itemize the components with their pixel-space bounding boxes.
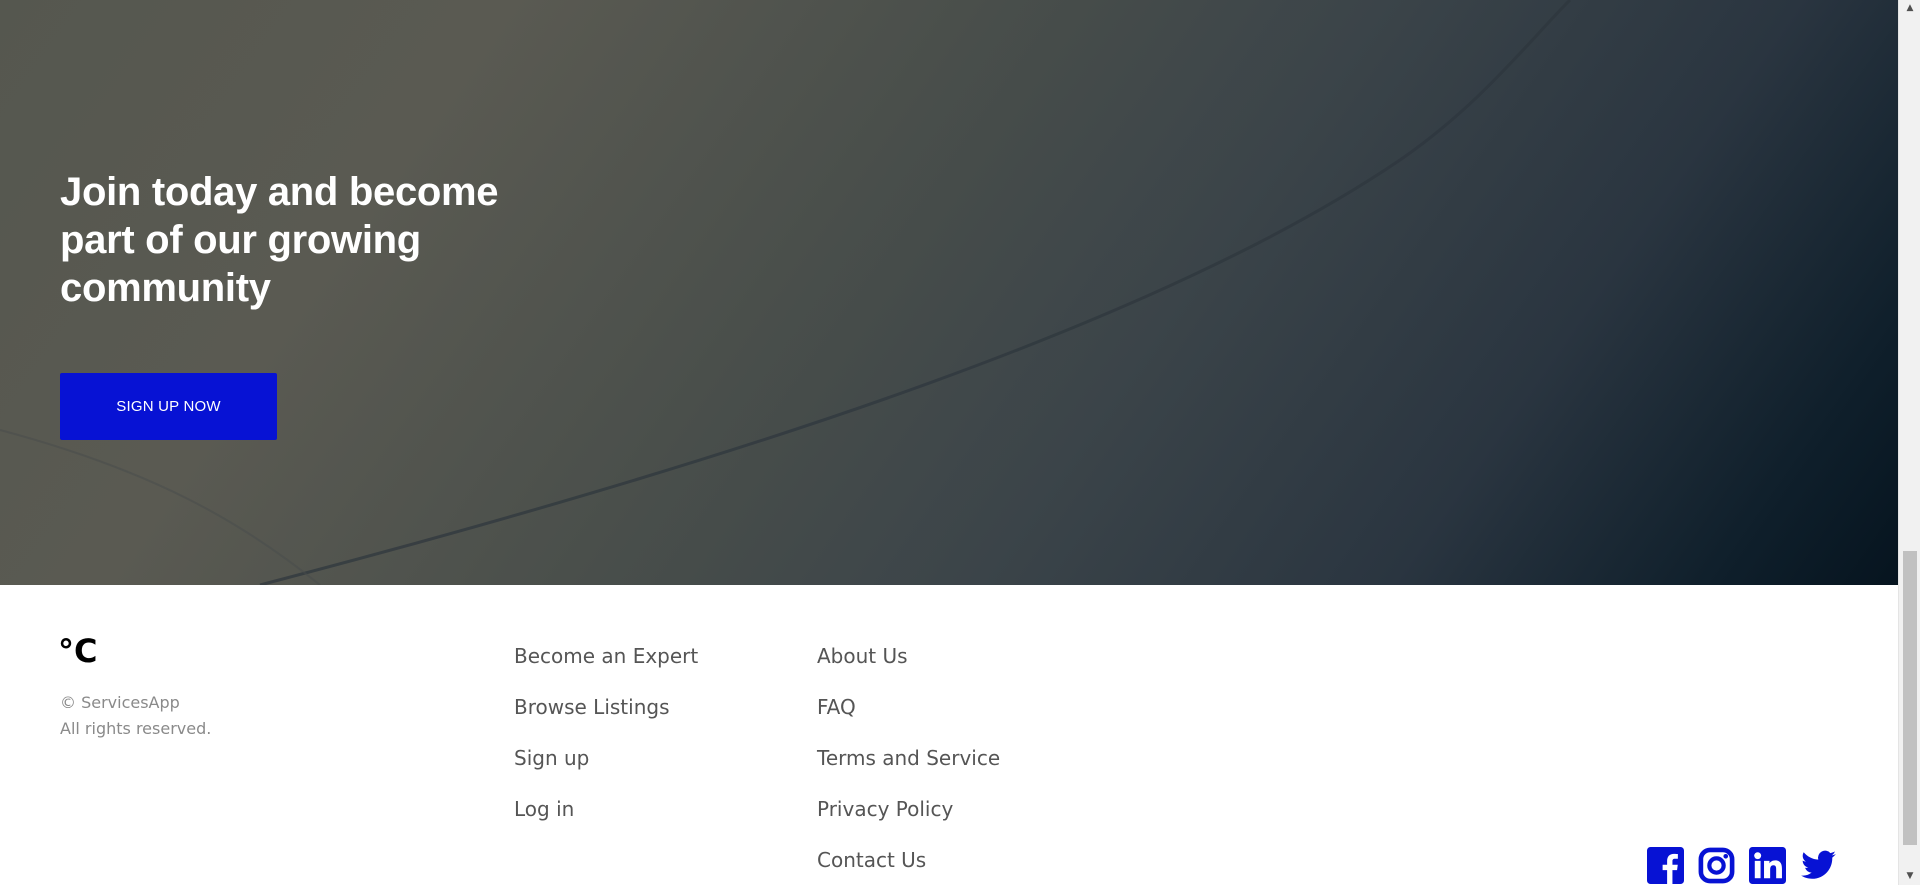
signup-hero: Join today and become part of our growin… (0, 0, 1898, 585)
copyright-text: © ServicesApp All rights reserved. (60, 690, 211, 742)
copyright-line: © ServicesApp (60, 693, 180, 712)
scroll-down-arrow-icon[interactable]: ▼ (1899, 868, 1920, 885)
footer-link-item: Browse Listings (514, 695, 698, 746)
page-scrollbar[interactable]: ▲ ▼ (1898, 0, 1920, 885)
page: Join today and become part of our growin… (0, 0, 1898, 885)
about-us-link[interactable]: About Us (817, 644, 908, 668)
faq-link[interactable]: FAQ (817, 695, 856, 719)
contact-us-link[interactable]: Contact Us (817, 848, 926, 872)
footer-link-item: Sign up (514, 746, 698, 797)
twitter-icon[interactable] (1800, 847, 1837, 884)
sign-up-link[interactable]: Sign up (514, 746, 589, 770)
site-footer: °C © ServicesApp All rights reserved. Be… (0, 585, 1898, 885)
log-in-link[interactable]: Log in (514, 797, 574, 821)
footer-link-item: FAQ (817, 695, 1000, 746)
footer-link-item: Contact Us (817, 848, 1000, 885)
footer-link-item: Privacy Policy (817, 797, 1000, 848)
terms-and-service-link[interactable]: Terms and Service (817, 746, 1000, 770)
instagram-icon[interactable] (1698, 847, 1735, 884)
privacy-policy-link[interactable]: Privacy Policy (817, 797, 953, 821)
footer-link-item: Become an Expert (514, 644, 698, 695)
footer-links-column-2: About Us FAQ Terms and Service Privacy P… (817, 644, 1000, 885)
become-an-expert-link[interactable]: Become an Expert (514, 644, 698, 668)
footer-links-column-1: Become an Expert Browse Listings Sign up… (514, 644, 698, 848)
scroll-up-arrow-icon[interactable]: ▲ (1899, 0, 1920, 17)
linkedin-icon[interactable] (1749, 847, 1786, 884)
hero-title: Join today and become part of our growin… (60, 170, 499, 310)
footer-link-item: Terms and Service (817, 746, 1000, 797)
sign-up-now-button[interactable]: SIGN UP NOW (60, 373, 277, 440)
brand-logo[interactable]: °C (58, 635, 97, 667)
footer-link-item: Log in (514, 797, 698, 848)
rights-line: All rights reserved. (60, 719, 212, 738)
footer-link-item: About Us (817, 644, 1000, 695)
social-links (1647, 847, 1837, 884)
browse-listings-link[interactable]: Browse Listings (514, 695, 670, 719)
scrollbar-thumb[interactable] (1903, 551, 1917, 845)
facebook-icon[interactable] (1647, 847, 1684, 884)
